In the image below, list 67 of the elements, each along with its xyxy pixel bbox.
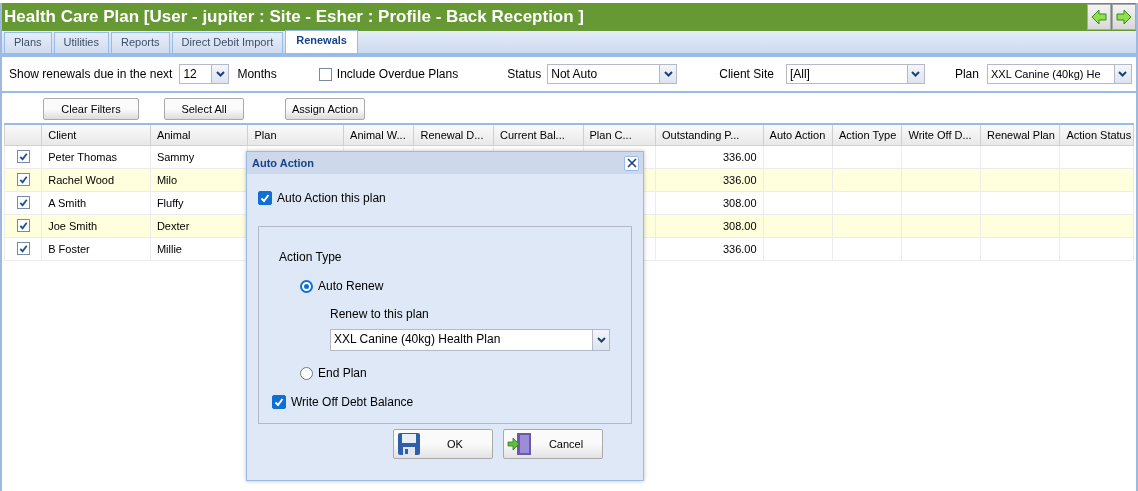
ok-button[interactable]: OK [393, 429, 493, 459]
column-header[interactable]: Renewal Plan [980, 124, 1060, 146]
table-cell: 308.00 [655, 191, 764, 215]
checkbox[interactable] [318, 67, 332, 81]
column-header[interactable]: Write Off D... [901, 124, 981, 146]
column-header[interactable]: Action Status [1059, 124, 1134, 146]
radio-button[interactable] [300, 279, 313, 293]
column-header [4, 124, 42, 146]
status-dropdown[interactable]: Not Auto [547, 64, 678, 84]
column-header[interactable]: Animal W... [343, 124, 414, 146]
column-header[interactable]: Animal [150, 124, 248, 146]
filter-label: Status [507, 67, 542, 81]
window-title: Health Care Plan [User - jupiter : Site - Esher : Profile - Back Reception ] [3, 7, 585, 27]
caret-icon[interactable] [211, 65, 229, 83]
filter-label: Months [237, 67, 277, 81]
column-header[interactable]: Current Bal... [493, 124, 583, 146]
toolbar-button[interactable]: Assign Action [285, 98, 365, 120]
checkbox[interactable] [272, 395, 286, 409]
save-icon [397, 432, 421, 456]
tab[interactable]: Reports [111, 32, 170, 53]
tab[interactable]: Direct Debit Import [171, 32, 284, 53]
table-cell: A Smith [41, 191, 151, 215]
dialog-title: Auto Action [252, 157, 314, 169]
checkbox-label: Auto Action this plan [277, 191, 386, 205]
radio-button[interactable] [300, 366, 313, 380]
checkbox[interactable] [16, 242, 30, 255]
radio-label: Auto Renew [318, 279, 384, 293]
radio-label: End Plan [318, 366, 367, 380]
table-cell: B Foster [41, 237, 151, 261]
column-header[interactable]: Outstanding P... [655, 124, 764, 146]
filter-label: Plan [954, 67, 979, 81]
tab[interactable]: Renewals [285, 30, 358, 53]
close-icon[interactable] [624, 155, 639, 171]
renew-plan-dropdown[interactable]: XXL Canine (40kg) Health Plan [330, 329, 610, 351]
caret-icon[interactable] [906, 65, 924, 83]
checkbox[interactable] [16, 219, 30, 232]
checkbox[interactable] [16, 196, 30, 209]
tab[interactable]: Plans [4, 32, 52, 53]
field-label: Renew to this plan [330, 307, 430, 321]
table-cell: 336.00 [655, 145, 764, 169]
section-label: Action Type [279, 250, 343, 264]
cancel-button[interactable]: Cancel [503, 429, 603, 459]
column-header[interactable]: Plan [248, 124, 344, 146]
checkbox-label: Include Overdue Plans [336, 67, 459, 81]
checkbox[interactable] [16, 150, 30, 163]
checkbox[interactable] [16, 173, 30, 186]
toolbar-button[interactable]: Select All [164, 98, 244, 120]
caret-icon[interactable] [592, 330, 609, 350]
checkbox[interactable] [258, 191, 272, 205]
checkbox-label: Write Off Debt Balance [291, 395, 414, 409]
filter-label: Client Site [719, 67, 774, 81]
table-cell: Peter Thomas [41, 145, 151, 169]
column-header[interactable]: Auto Action [763, 124, 833, 146]
months-dropdown[interactable]: 12 [179, 64, 230, 84]
plan-dropdown[interactable]: XXL Canine (40kg) He [986, 64, 1132, 84]
toolbar-button[interactable]: Clear Filters [43, 98, 139, 120]
filter-label: Show renewals due in the next [9, 67, 173, 81]
client-site-dropdown[interactable]: [All] [785, 64, 925, 84]
exit-door-icon [507, 432, 533, 456]
tab[interactable]: Utilities [53, 32, 109, 53]
column-header[interactable]: Action Type [832, 124, 902, 146]
table-cell: 336.00 [655, 237, 764, 261]
caret-icon[interactable] [659, 65, 677, 83]
column-header[interactable]: Renewal D... [414, 124, 494, 146]
column-header[interactable]: Client [41, 124, 151, 146]
column-header[interactable]: Plan C... [583, 124, 656, 146]
caret-icon[interactable] [1113, 65, 1131, 83]
